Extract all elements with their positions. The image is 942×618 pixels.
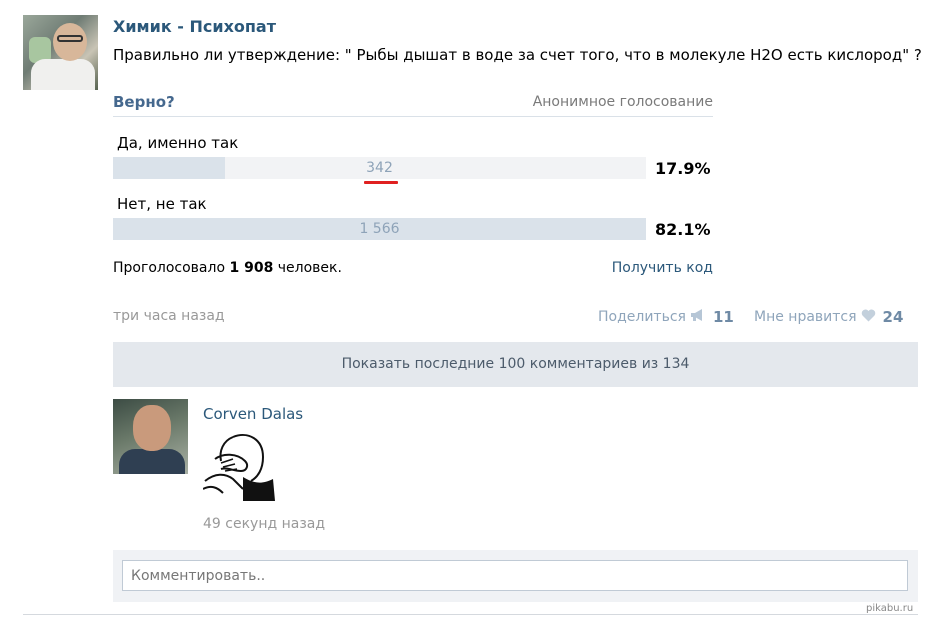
- post-text: Правильно ли утверждение: " Рыбы дышат в…: [113, 46, 922, 64]
- comment-time[interactable]: 49 секунд назад: [203, 516, 325, 532]
- poll-option-count: 342: [366, 160, 393, 176]
- author-avatar[interactable]: [23, 15, 98, 90]
- poll-option-percent: 82.1%: [655, 220, 711, 239]
- facepalm-image: [202, 429, 276, 501]
- post-time[interactable]: три часа назад: [113, 308, 225, 324]
- watermark: pikabu.ru: [866, 603, 914, 614]
- poll-type-label: Анонимное голосование: [532, 94, 713, 110]
- poll-title: Верно?: [113, 93, 175, 111]
- poll-divider: [113, 116, 713, 117]
- like-label: Мне нравится: [754, 309, 857, 325]
- like-button[interactable]: Мне нравится 24: [754, 308, 903, 326]
- comment-input[interactable]: [122, 560, 908, 591]
- post-author-link[interactable]: Химик - Психопат: [113, 17, 276, 36]
- share-count: 11: [712, 308, 734, 326]
- poll-option-count: 1 566: [359, 221, 400, 237]
- poll-total-prefix: Проголосовало: [113, 260, 226, 276]
- poll-total: Проголосовало 1 908 человек.: [113, 260, 342, 276]
- heart-icon: [861, 309, 876, 326]
- comment-author-link[interactable]: Corven Dalas: [203, 405, 303, 423]
- get-code-link[interactable]: Получить код: [612, 260, 713, 276]
- like-count: 24: [882, 308, 904, 326]
- bottom-divider: [23, 614, 918, 615]
- highlight-underline: [364, 181, 398, 184]
- show-comments-button[interactable]: Показать последние 100 комментариев из 1…: [113, 342, 918, 387]
- share-button[interactable]: Поделиться 11: [598, 308, 734, 326]
- poll-total-suffix: человек.: [277, 260, 342, 276]
- share-label: Поделиться: [598, 309, 686, 325]
- poll-total-count: 1 908: [229, 260, 274, 276]
- poll-option-percent: 17.9%: [655, 159, 711, 178]
- poll-option-label: Да, именно так: [117, 134, 239, 152]
- commenter-avatar[interactable]: [113, 399, 188, 474]
- poll-option-bar[interactable]: 1 566: [113, 218, 646, 240]
- poll-option-bar[interactable]: 342: [113, 157, 646, 179]
- megaphone-icon: [690, 308, 706, 326]
- poll-option-label: Нет, не так: [117, 195, 207, 213]
- comment-form: [113, 550, 918, 602]
